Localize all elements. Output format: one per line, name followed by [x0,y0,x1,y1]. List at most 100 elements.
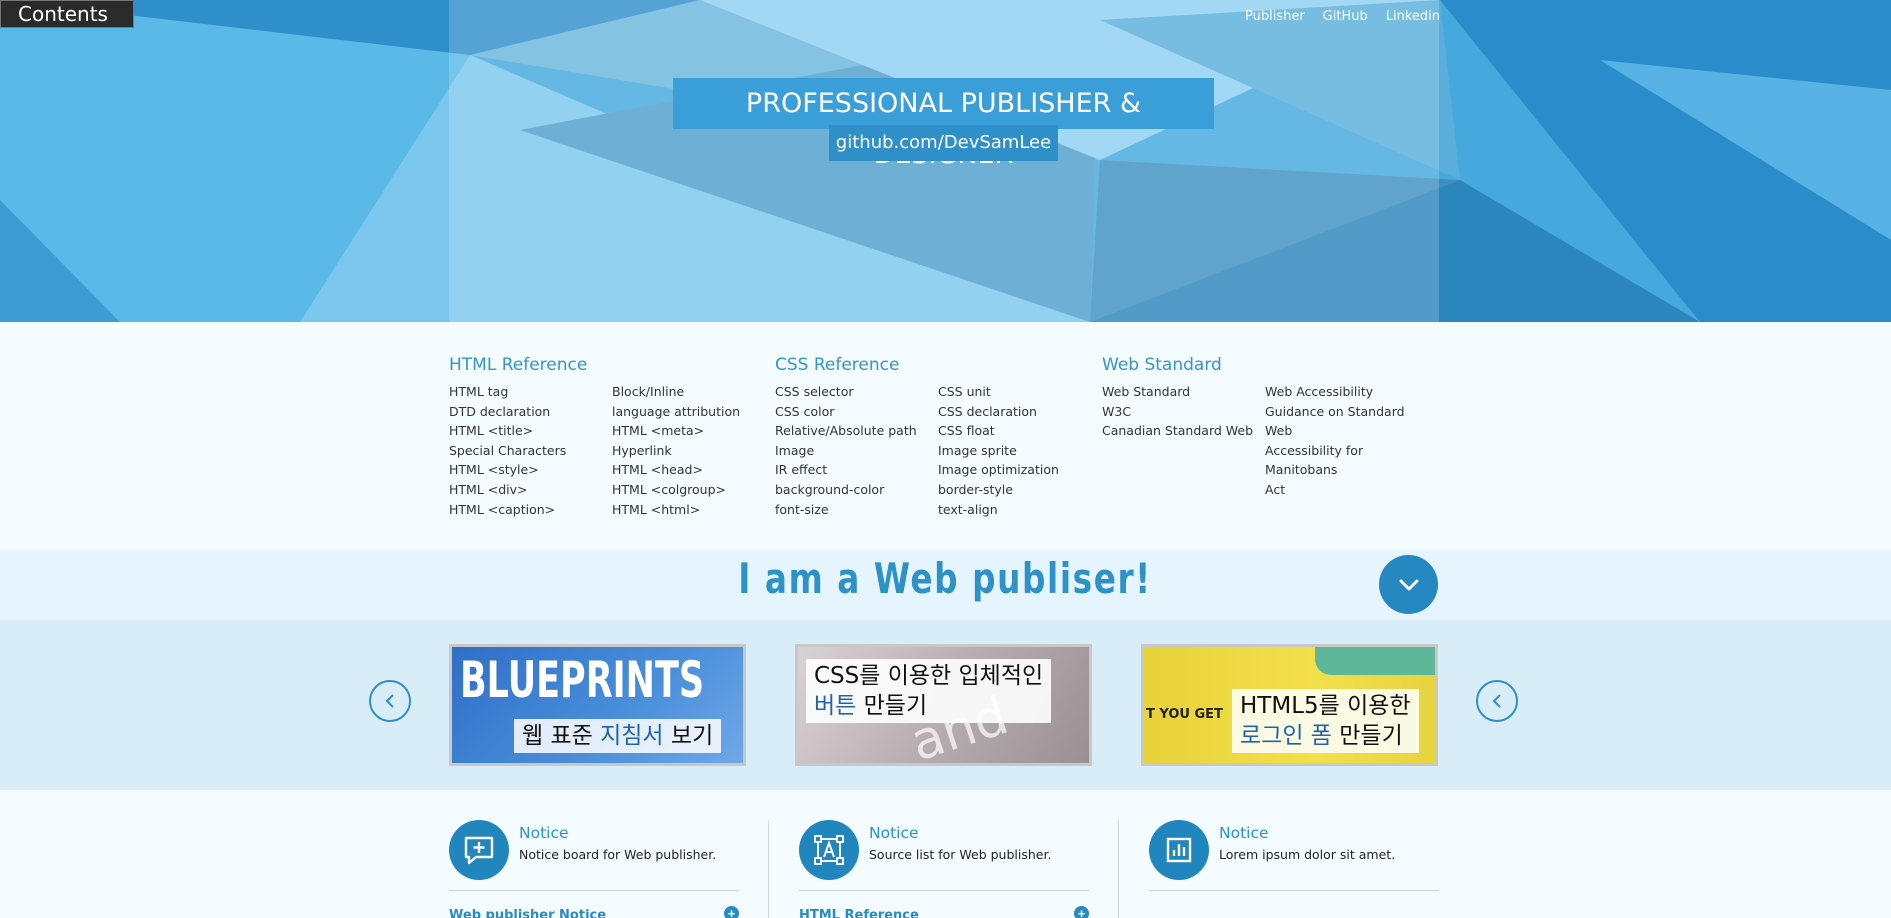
plus-icon[interactable]: + [1074,906,1089,918]
notice-description: Lorem ipsum dolor sit amet. [1219,847,1396,862]
slide-teal-shape [1315,647,1435,675]
slide-blueprints-text: BLUEPRINTS [460,651,705,709]
banner-title: I am a Web publiser! [738,554,1152,603]
web-standard-list-right: Web Accessibility Guidance on Standard W… [1265,382,1428,500]
plus-icon[interactable]: + [724,906,739,918]
contents-button[interactable]: Contents [0,0,134,28]
reference-link[interactable]: border-style [938,480,1101,500]
reference-link[interactable]: W3C [1102,402,1265,422]
notice-title[interactable]: Notice [1219,824,1269,842]
notice-title[interactable]: Notice [869,824,919,842]
message-add-icon [449,820,509,880]
caption-highlight: 지침서 [600,723,664,749]
css-reference-list-right: CSS unit CSS declaration CSS float Image… [938,382,1101,519]
reference-link[interactable]: HTML tag [449,382,612,402]
notice-link[interactable]: Web publisher Notice [449,908,606,918]
reference-link[interactable]: CSS selector [775,382,938,402]
html-reference-list-right: Block/Inline language attribution HTML <… [612,382,775,519]
slide-web-standard[interactable]: BLUEPRINTS 웹 표준 지침서 보기 [449,644,746,766]
css-reference-column: CSS Reference CSS selector CSS color Rel… [775,355,1101,519]
notice-card-board: Notice Notice board for Web publisher. W… [449,820,739,918]
caption-highlight: 버튼 [814,693,857,719]
reference-link[interactable]: CSS unit [938,382,1101,402]
reference-link[interactable]: HTML <meta> [612,421,775,441]
slide-caption: 웹 표준 지침서 보기 [514,719,722,753]
reference-link[interactable]: Guidance on Standard Web [1265,402,1428,441]
reference-link[interactable]: Image optimization [938,460,1101,480]
reference-link[interactable]: language attribution [612,402,775,422]
reference-link[interactable]: font-size [775,500,938,520]
reference-link[interactable]: Block/Inline [612,382,775,402]
reference-link[interactable]: HTML <colgroup> [612,480,775,500]
reference-link[interactable]: IR effect [775,460,938,480]
chevron-down-icon [1399,579,1418,590]
reference-link[interactable]: Web Accessibility [1265,382,1428,402]
reference-link[interactable]: background-color [775,480,938,500]
html-reference-list-left: HTML tag DTD declaration HTML <title> Sp… [449,382,612,519]
slide-bg-text: T YOU GET [1146,707,1223,722]
chevron-left-icon [385,694,394,708]
reference-link[interactable]: HTML <div> [449,480,612,500]
notice-divider [1149,890,1439,891]
caption-text: 보기 [663,723,714,749]
scroll-down-button[interactable] [1379,555,1438,614]
caption-text: CSS를 이용한 입체적인 [814,663,1044,689]
reference-link[interactable]: text-align [938,500,1101,520]
reference-link[interactable]: DTD declaration [449,402,612,422]
reference-link[interactable]: Act [1265,480,1428,500]
reference-link[interactable]: HTML <title> [449,421,612,441]
reference-link[interactable]: Image [775,441,938,461]
text-box-icon [799,820,859,880]
notice-separator [1118,820,1119,918]
carousel-prev-button[interactable] [369,680,411,722]
slide-css-button[interactable]: and inte CSS를 이용한 입체적인버튼 만들기 [795,644,1092,766]
slide-caption: CSS를 이용한 입체적인버튼 만들기 [806,659,1052,723]
nav-link-publisher[interactable]: Publisher [1245,9,1305,24]
hero-github-link[interactable]: github.com/DevSamLee [829,125,1058,161]
reference-link[interactable]: Hyperlink [612,441,775,461]
caption-text: 웹 표준 [522,723,601,749]
reference-link[interactable]: HTML <head> [612,460,775,480]
css-reference-list-left: CSS selector CSS color Relative/Absolute… [775,382,938,519]
notice-description: Notice board for Web publisher. [519,847,717,862]
css-reference-heading[interactable]: CSS Reference [775,355,1101,375]
reference-link[interactable]: CSS declaration [938,402,1101,422]
notice-separator [768,820,769,918]
html-reference-column: HTML Reference HTML tag DTD declaration … [449,355,775,519]
reference-link[interactable]: Web Standard [1102,382,1265,402]
top-navigation: Publisher GitHub Linkedin [1245,9,1440,24]
reference-link[interactable]: HTML <html> [612,500,775,520]
notice-divider [799,890,1089,891]
notice-title[interactable]: Notice [519,824,569,842]
nav-link-linkedin[interactable]: Linkedin [1386,9,1440,24]
reference-link[interactable]: Special Characters [449,441,612,461]
reference-link[interactable]: HTML <style> [449,460,612,480]
reference-link[interactable]: Image sprite [938,441,1101,461]
reference-link[interactable]: CSS float [938,421,1101,441]
notice-link[interactable]: HTML Reference [799,908,919,918]
reference-link[interactable]: Accessibility for Manitobans [1265,441,1428,480]
caption-text: 만들기 [856,693,928,719]
reference-link[interactable]: Canadian Standard Web [1102,421,1265,441]
reference-section: HTML Reference HTML tag DTD declaration … [449,355,1439,525]
notice-description: Source list for Web publisher. [869,847,1052,862]
reference-link[interactable]: CSS color [775,402,938,422]
slide-html5-login[interactable]: T YOU GET HTML5를 이용한로그인 폼 만들기 [1141,644,1438,766]
reference-link[interactable]: HTML <caption> [449,500,612,520]
hero-title: PROFESSIONAL PUBLISHER & DESIGNER [673,78,1214,170]
html-reference-heading[interactable]: HTML Reference [449,355,775,375]
notice-card-source: Notice Source list for Web publisher. HT… [799,820,1089,918]
bar-chart-icon [1149,820,1209,880]
caption-text: 만들기 [1331,723,1403,749]
chevron-left-icon [1492,694,1501,708]
web-standard-heading[interactable]: Web Standard [1102,355,1428,375]
notice-card-lorem: Notice Lorem ipsum dolor sit amet. [1149,820,1439,918]
carousel-next-button[interactable] [1476,680,1518,722]
reference-link[interactable]: Relative/Absolute path [775,421,938,441]
nav-link-github[interactable]: GitHub [1323,9,1368,24]
caption-highlight: 로그인 폼 [1240,723,1332,749]
caption-text: HTML5를 이용한 [1240,693,1411,719]
web-standard-list-left: Web Standard W3C Canadian Standard Web [1102,382,1265,500]
slide-caption: HTML5를 이용한로그인 폼 만들기 [1232,689,1419,753]
web-standard-column: Web Standard Web Standard W3C Canadian S… [1102,355,1428,500]
